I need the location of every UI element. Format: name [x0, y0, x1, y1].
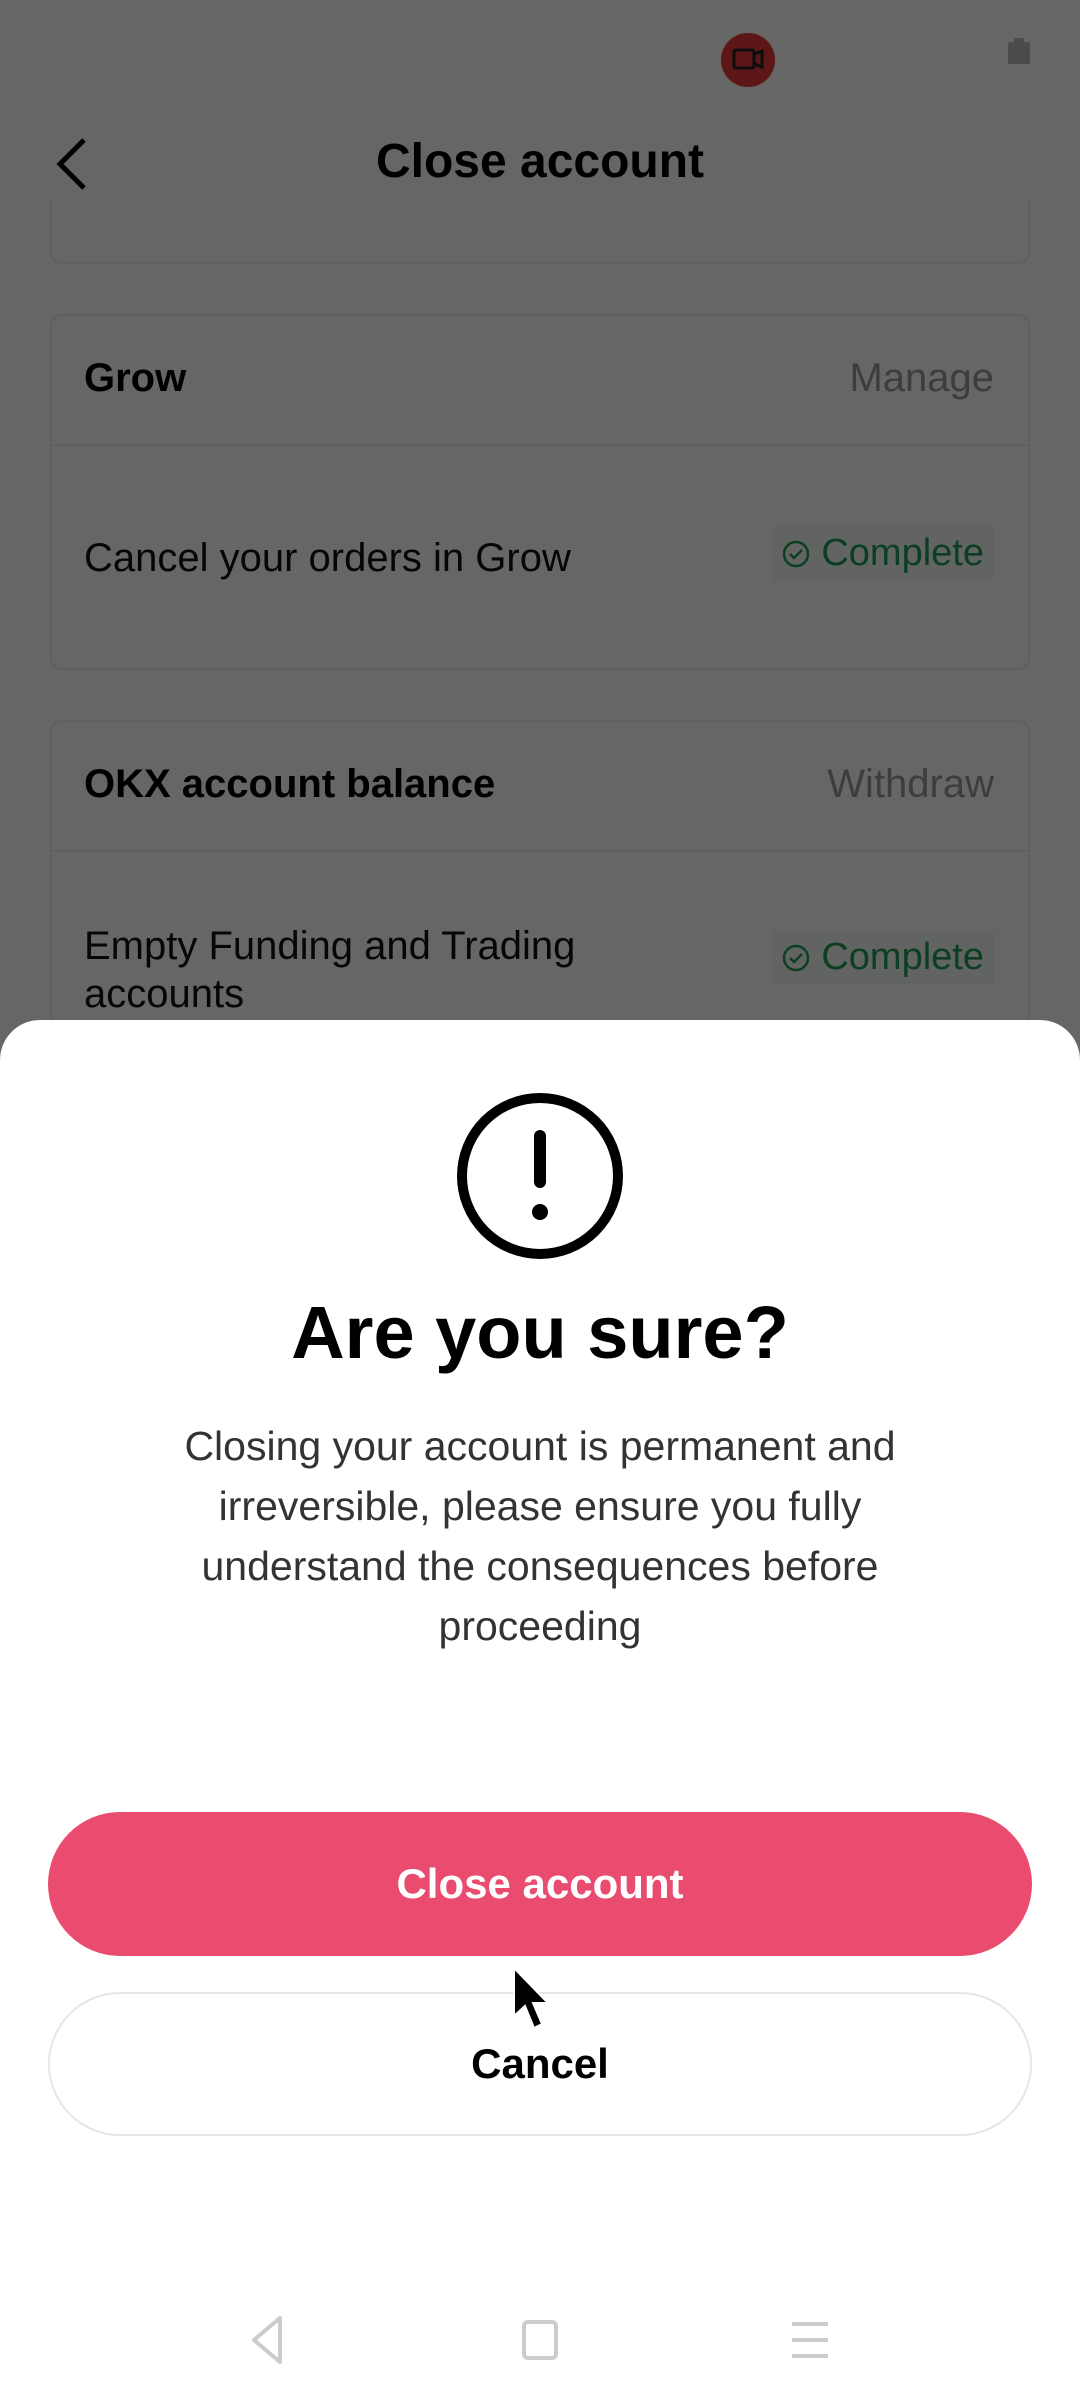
confirm-dialog-sheet: Are you sure? Closing your account is pe…: [0, 1020, 1080, 2400]
exclamation-circle-icon: [457, 1093, 623, 1259]
menu-lines-icon[interactable]: [780, 2310, 840, 2370]
close-account-button[interactable]: Close account: [48, 1812, 1032, 1956]
dialog-message: Closing your account is permanent and ir…: [184, 1423, 896, 1649]
system-nav-bar: [0, 2290, 1080, 2400]
back-triangle-icon[interactable]: [236, 2310, 296, 2370]
mouse-cursor-icon: [513, 1966, 551, 2030]
dialog-title: Are you sure?: [291, 1291, 789, 1374]
home-square-icon[interactable]: [510, 2310, 570, 2370]
